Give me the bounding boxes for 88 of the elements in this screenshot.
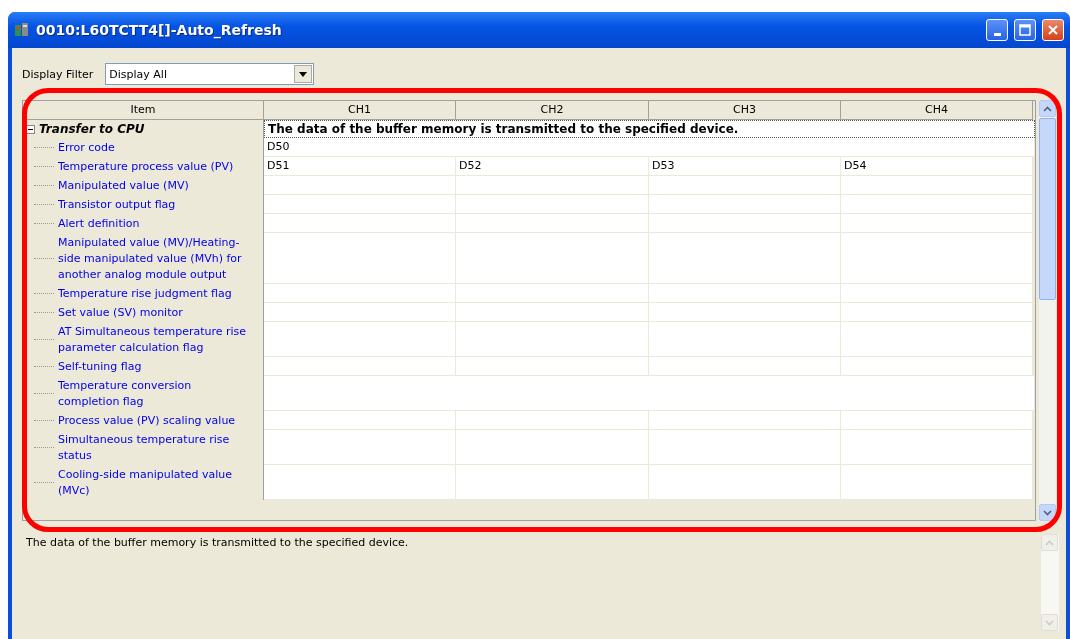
table-cell[interactable] bbox=[264, 322, 456, 357]
table-cell[interactable] bbox=[264, 233, 456, 284]
table-cell[interactable] bbox=[456, 233, 649, 284]
item-label[interactable]: Manipulated value (MV) bbox=[54, 176, 258, 195]
table-cell[interactable] bbox=[649, 357, 841, 376]
item-label[interactable]: AT Simultaneous temperature rise parameter calculation flag bbox=[54, 322, 258, 357]
table-cell[interactable] bbox=[456, 303, 649, 322]
item-label[interactable]: Simultaneous temperature rise status bbox=[54, 430, 258, 465]
window-title: 0010:L60TCTT4[]-Auto_Refresh bbox=[36, 22, 283, 38]
column-header[interactable]: CH3 bbox=[649, 101, 841, 120]
item-label[interactable]: Error code bbox=[54, 138, 258, 157]
table-cell[interactable] bbox=[841, 176, 1033, 195]
table-cell[interactable]: D50 bbox=[264, 138, 1035, 157]
table-cell[interactable] bbox=[649, 176, 841, 195]
table-cell[interactable] bbox=[841, 357, 1033, 376]
column-header[interactable]: CH2 bbox=[456, 101, 649, 120]
dropdown-button[interactable] bbox=[294, 65, 313, 83]
scroll-thumb[interactable] bbox=[1039, 118, 1056, 300]
table-cell[interactable]: D52 bbox=[456, 157, 649, 176]
table-cell[interactable]: D51 bbox=[264, 157, 456, 176]
table-cell[interactable] bbox=[841, 195, 1033, 214]
table-cell[interactable] bbox=[649, 322, 841, 357]
item-label[interactable]: Cooling-side manipulated value (MVc) bbox=[54, 465, 258, 500]
table-cell[interactable] bbox=[264, 430, 456, 465]
table-cell[interactable] bbox=[649, 214, 841, 233]
table-cell[interactable] bbox=[841, 303, 1033, 322]
table-cell[interactable] bbox=[841, 214, 1033, 233]
group-description[interactable]: The data of the buffer memory is transmitted to the specified device. bbox=[264, 120, 1035, 138]
scroll-up-button[interactable] bbox=[1039, 100, 1056, 117]
table-cell[interactable] bbox=[841, 465, 1033, 500]
table-cell[interactable] bbox=[456, 176, 649, 195]
close-icon bbox=[1047, 24, 1059, 36]
item-label[interactable]: Temperature rise judgment flag bbox=[54, 284, 258, 303]
table-cell[interactable] bbox=[841, 411, 1033, 430]
table-cell[interactable] bbox=[649, 465, 841, 500]
table-cell[interactable] bbox=[649, 284, 841, 303]
item-label[interactable]: Manipulated value (MV)/Heating-side manipulated value (MVh) for another analog module output bbox=[54, 233, 258, 284]
table-cell[interactable] bbox=[456, 214, 649, 233]
table-cell[interactable] bbox=[841, 233, 1033, 284]
item-label[interactable]: Process value (PV) scaling value bbox=[54, 411, 258, 430]
description-text: The data of the buffer memory is transmitted to the specified device. bbox=[26, 535, 410, 551]
item-label[interactable]: Set value (SV) monitor bbox=[54, 303, 258, 322]
item-label[interactable]: Temperature conversion completion flag bbox=[54, 376, 258, 411]
table-cell[interactable] bbox=[264, 176, 456, 195]
item-label[interactable]: Self-tuning flag bbox=[54, 357, 258, 376]
table-cell[interactable] bbox=[264, 195, 456, 214]
display-filter-dropdown[interactable]: Display All bbox=[105, 63, 315, 85]
table-cell[interactable] bbox=[841, 284, 1033, 303]
table-cell[interactable] bbox=[264, 465, 456, 500]
maximize-button[interactable] bbox=[1014, 19, 1036, 41]
table-cell[interactable] bbox=[649, 303, 841, 322]
table-cell[interactable] bbox=[649, 430, 841, 465]
table-cell[interactable] bbox=[456, 284, 649, 303]
table-cell[interactable] bbox=[456, 411, 649, 430]
table-cell[interactable] bbox=[264, 357, 456, 376]
table-cell[interactable] bbox=[264, 214, 456, 233]
close-button[interactable] bbox=[1042, 19, 1064, 41]
table-cell[interactable]: D54 bbox=[841, 157, 1033, 176]
table-cell[interactable] bbox=[456, 195, 649, 214]
table-cell[interactable] bbox=[264, 303, 456, 322]
table-cell[interactable] bbox=[649, 233, 841, 284]
column-header[interactable]: CH1 bbox=[264, 101, 456, 120]
minimize-icon bbox=[993, 32, 1001, 36]
table-cell[interactable]: D53 bbox=[649, 157, 841, 176]
table-cell[interactable] bbox=[456, 465, 649, 500]
item-label[interactable]: Transistor output flag bbox=[54, 195, 258, 214]
table-cell[interactable] bbox=[456, 430, 649, 465]
table-cell[interactable] bbox=[649, 411, 841, 430]
table-cell[interactable] bbox=[841, 430, 1033, 465]
table-cell[interactable] bbox=[841, 322, 1033, 357]
minimize-button[interactable] bbox=[986, 19, 1008, 41]
scroll-down-button[interactable] bbox=[1039, 504, 1056, 521]
maximize-icon bbox=[1019, 24, 1031, 36]
table-cell[interactable] bbox=[456, 357, 649, 376]
display-filter-label: Display Filter bbox=[22, 67, 94, 81]
collapse-icon[interactable] bbox=[26, 124, 35, 134]
module-icon bbox=[14, 22, 30, 38]
table-cell[interactable] bbox=[456, 322, 649, 357]
table-cell[interactable] bbox=[264, 284, 456, 303]
table-cell[interactable] bbox=[264, 411, 456, 430]
table-cell[interactable] bbox=[649, 195, 841, 214]
caret-icon bbox=[299, 71, 308, 77]
item-label[interactable]: Alert definition bbox=[54, 214, 258, 233]
column-header[interactable]: CH4 bbox=[841, 101, 1033, 120]
group-label[interactable]: Transfer to CPU bbox=[35, 120, 149, 138]
item-label[interactable]: Temperature process value (PV) bbox=[54, 157, 258, 176]
table-cell[interactable] bbox=[264, 376, 1035, 411]
scrollbar[interactable] bbox=[1039, 100, 1056, 521]
